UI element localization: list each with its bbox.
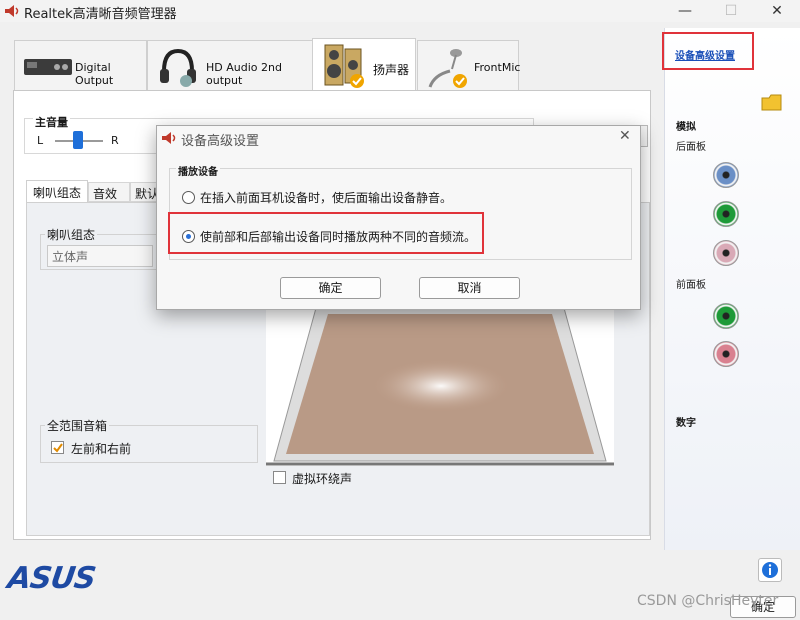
tab-hd-audio-2nd-output[interactable]: HD Audio 2nd output	[147, 40, 313, 92]
subtab-label: 音效	[93, 187, 118, 201]
window-title: Realtek高清晰音频管理器	[24, 7, 177, 22]
balance-slider-thumb[interactable]	[73, 131, 83, 149]
right-panel: 设备高级设置 模拟 后面板 前面板 数字	[662, 28, 800, 550]
front-jack-green[interactable]	[713, 303, 739, 329]
title-bar: Realtek高清晰音频管理器 — ☐ ✕	[0, 0, 800, 22]
rear-jack-pink[interactable]	[713, 240, 739, 266]
rear-jack-blue[interactable]	[713, 162, 739, 188]
fullrange-checkbox-label: 左前和右前	[71, 442, 132, 456]
subtab-label: 喇叭组态	[33, 186, 82, 200]
tab-frontmic[interactable]: FrontMic	[417, 40, 521, 92]
speaker-config-label: 喇叭组态	[45, 226, 98, 243]
watermark: CSDN @ChrisHeyter	[637, 593, 779, 609]
playback-device-group: 播放设备 在插入前面耳机设备时，使后面输出设备静音。 使前部和后部输出设备同时播…	[168, 163, 632, 260]
rear-jack-green[interactable]	[713, 201, 739, 227]
fullrange-label: 全范围音箱	[45, 417, 110, 434]
virtual-surround-checkbox[interactable]	[273, 471, 286, 484]
front-panel-label: 前面板	[676, 280, 706, 291]
digital-output-device-icon	[24, 59, 72, 75]
digital-label: 数字	[676, 418, 696, 429]
fullrange-group: 全范围音箱 左前和右前	[40, 417, 258, 463]
front-jack-pink[interactable]	[713, 341, 739, 367]
dialog-close-button[interactable]: ✕	[619, 128, 631, 144]
playback-device-label: 播放设备	[176, 163, 220, 178]
dialog-title: 设备高级设置	[181, 134, 260, 149]
analog-label: 模拟	[676, 122, 696, 133]
subtab-speaker-config[interactable]: 喇叭组态	[26, 180, 88, 202]
room-floor-graphic	[266, 307, 614, 466]
rear-panel-label: 后面板	[676, 142, 706, 153]
speaker-app-icon	[5, 5, 19, 17]
speaker-config-select[interactable]: 立体声	[47, 245, 153, 267]
speaker-app-icon	[162, 132, 176, 144]
tab-digital-output[interactable]: Digital Output	[14, 40, 147, 92]
close-button[interactable]: ✕	[754, 0, 800, 22]
tab-label: 扬声器	[373, 63, 410, 77]
dual-stream-option-label: 使前部和后部输出设备同时播放两种不同的音频流。	[200, 230, 477, 244]
virtual-surround-label: 虚拟环绕声	[292, 472, 353, 486]
speaker-config-group: 喇叭组态 立体声	[40, 226, 158, 270]
tab-label: FrontMic	[474, 61, 521, 74]
room-visualization	[266, 306, 614, 466]
advanced-settings-dialog: 设备高级设置 ✕ 播放设备 在插入前面耳机设备时，使后面输出设备静音。 使前部和…	[156, 125, 641, 310]
advanced-settings-link[interactable]: 设备高级设置	[675, 47, 735, 62]
asus-logo: ASUS	[5, 561, 98, 596]
checkmark-icon	[53, 443, 63, 453]
main-volume-label: 主音量	[33, 114, 70, 130]
headphones-icon	[160, 48, 196, 87]
balance-right-label: R	[111, 134, 119, 147]
mute-rear-radio[interactable]	[182, 191, 195, 204]
speakers-icon	[324, 44, 364, 88]
dialog-cancel-button[interactable]: 取消	[419, 277, 520, 299]
balance-left-label: L	[37, 134, 44, 147]
info-icon	[762, 562, 778, 578]
minimize-button[interactable]: —	[662, 0, 708, 22]
fullrange-checkbox[interactable]	[51, 441, 64, 454]
tab-label: Digital Output	[75, 61, 114, 87]
maximize-button[interactable]: ☐	[708, 0, 754, 22]
folder-icon[interactable]	[761, 92, 783, 112]
mute-rear-option-label: 在插入前面耳机设备时，使后面输出设备静音。	[200, 191, 453, 205]
microphone-icon	[428, 49, 467, 88]
subtab-sound-effects[interactable]: 音效	[88, 182, 130, 202]
info-button[interactable]	[758, 558, 782, 582]
tab-label: HD Audio 2nd output	[206, 61, 282, 87]
tab-speakers[interactable]: 扬声器	[312, 38, 416, 92]
dialog-ok-button[interactable]: 确定	[280, 277, 381, 299]
dual-stream-radio[interactable]	[182, 230, 195, 243]
